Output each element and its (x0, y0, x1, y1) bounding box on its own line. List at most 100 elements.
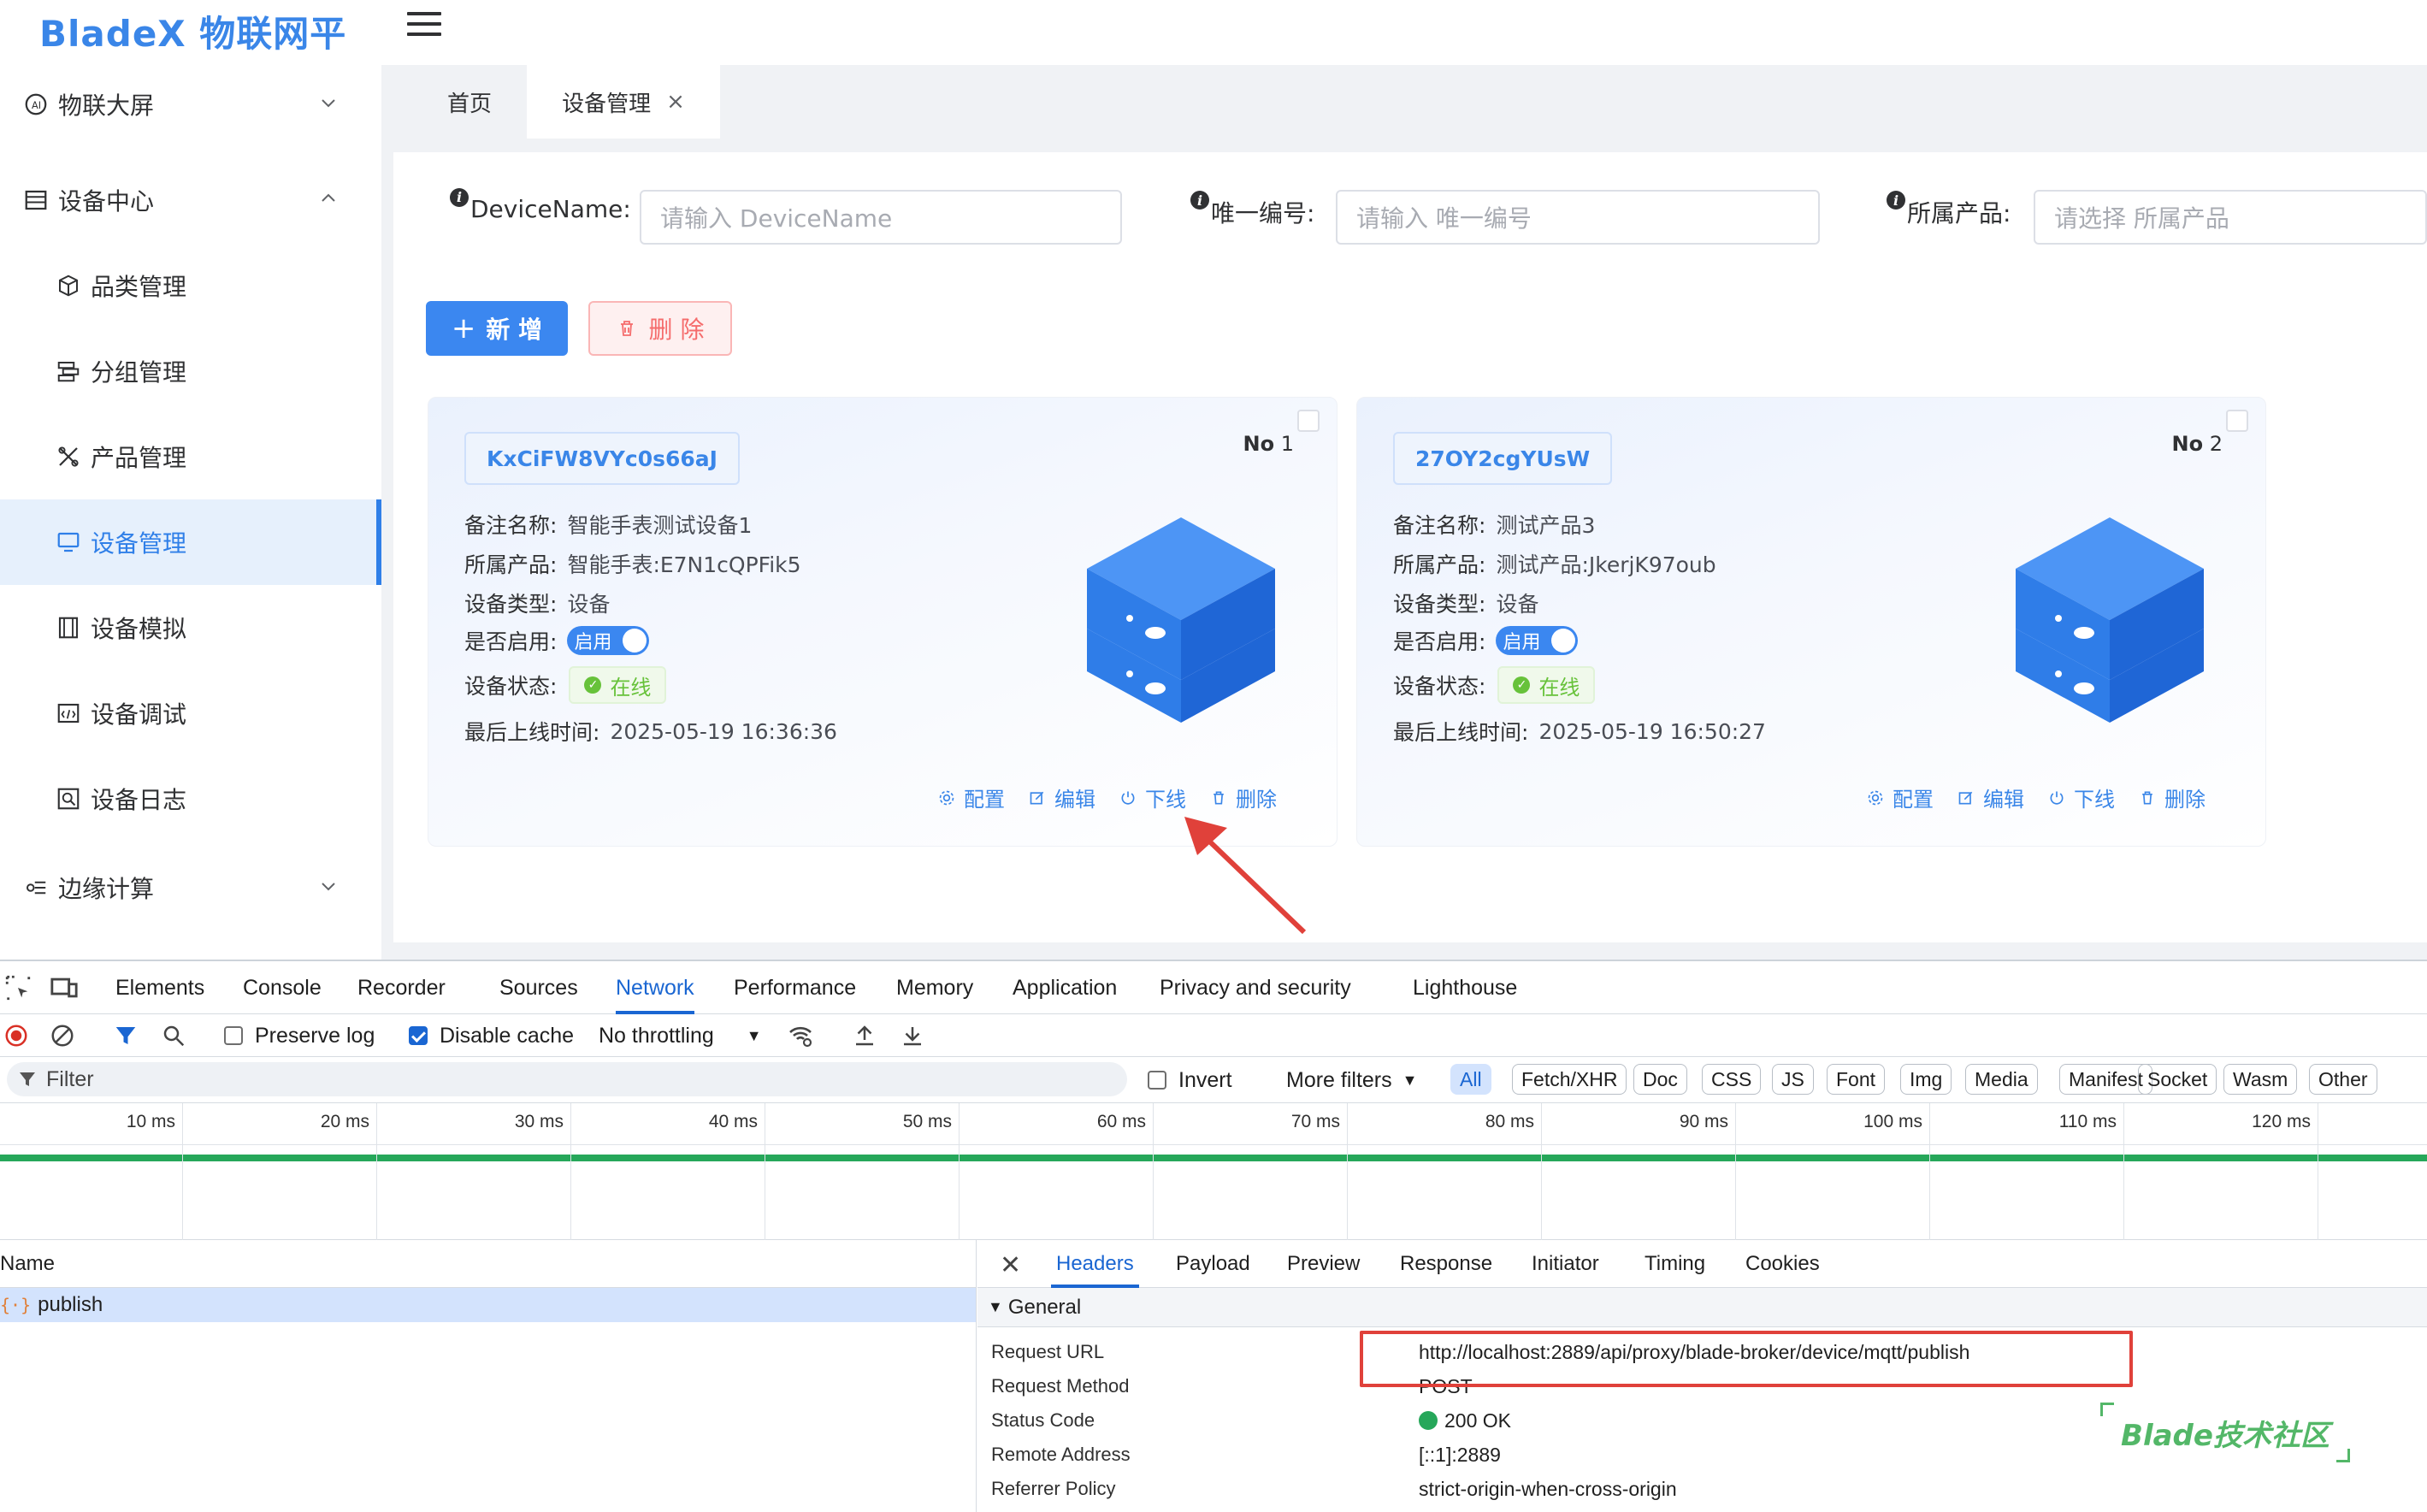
clear-icon (51, 1025, 74, 1047)
status-ok-dot (1419, 1411, 1438, 1430)
enabled-switch[interactable]: 启用 (1496, 626, 1579, 655)
enabled-switch[interactable]: 启用 (567, 626, 650, 655)
devtools-tab-performance[interactable]: Performance (734, 961, 856, 1014)
delete-card-button[interactable]: 删除 (1210, 783, 1277, 812)
sidebar-item-category[interactable]: 品类管理 (0, 243, 381, 328)
filter-input[interactable]: Filter (7, 1062, 1127, 1096)
product-select[interactable]: 请选择 所属产品 (2034, 190, 2427, 245)
config-button[interactable]: 配置 (938, 783, 1005, 812)
timeline-gridline (1929, 1103, 1930, 1240)
device-toolbar-icon[interactable] (50, 973, 79, 1002)
throttling-select[interactable]: No throttling ▼ (599, 1019, 762, 1052)
request-list-header[interactable]: Name (0, 1240, 976, 1288)
sidebar-item-dashboard[interactable]: AI 物联大屏 (0, 62, 381, 147)
sidebar-item-group[interactable]: 分组管理 (0, 328, 381, 414)
close-icon[interactable]: × (666, 89, 685, 115)
inspect-element-icon[interactable] (3, 973, 32, 1002)
device-code-tag[interactable]: KxCiFW8VYc0s66aJ (464, 432, 740, 485)
timeline-gridline (1735, 1103, 1736, 1240)
delete-button[interactable]: 删 除 (588, 301, 732, 356)
info-icon[interactable]: i (450, 187, 469, 207)
network-conditions-button[interactable] (787, 1019, 814, 1052)
info-icon[interactable]: i (1190, 191, 1209, 210)
detail-tab-timing[interactable]: Timing (1645, 1240, 1705, 1288)
search-icon (163, 1025, 185, 1047)
export-har-button[interactable] (900, 1019, 925, 1052)
filter-type-font[interactable]: Font (1827, 1064, 1886, 1095)
filter-type-doc[interactable]: Doc (1633, 1064, 1687, 1095)
tab-home[interactable]: 首页 (416, 65, 523, 139)
timeline-gridline (1541, 1103, 1542, 1240)
annotation-highlight-box (1360, 1331, 2133, 1387)
detail-tab-payload[interactable]: Payload (1176, 1240, 1250, 1288)
sidebar-item-device[interactable]: 设备管理 (0, 499, 381, 585)
config-button[interactable]: 配置 (1867, 783, 1934, 812)
offline-button[interactable]: 下线 (1119, 783, 1186, 812)
detail-tab-cookies[interactable]: Cookies (1745, 1240, 1820, 1288)
download-icon (904, 1027, 921, 1046)
add-button[interactable]: + 新 增 (426, 301, 568, 356)
top-header (381, 0, 2427, 65)
watermark: Blade技术社区 (2097, 1403, 2353, 1462)
import-har-button[interactable] (852, 1019, 877, 1052)
request-row[interactable]: {·} publish (0, 1288, 976, 1322)
more-filters-dropdown[interactable]: More filters ▼ (1286, 1064, 1417, 1096)
card-checkbox[interactable] (1297, 410, 1320, 432)
search-button[interactable] (161, 1019, 186, 1052)
info-icon[interactable]: i (1887, 191, 1905, 210)
offline-button[interactable]: 下线 (2048, 783, 2115, 812)
filter-type-other[interactable]: Other (2309, 1064, 2377, 1095)
invert-checkbox[interactable]: Invert (1148, 1064, 1232, 1096)
clear-button[interactable] (50, 1019, 75, 1052)
filter-type-css[interactable]: CSS (1702, 1064, 1762, 1095)
devtools-tab-recorder[interactable]: Recorder (357, 961, 446, 1014)
network-toolbar: Preserve log Disable cache No throttling… (0, 1014, 2427, 1057)
devtools-tab-network[interactable]: Network (616, 961, 694, 1014)
sidebar-item-label: 设备日志 (91, 786, 187, 814)
devtools-tab-application[interactable]: Application (1013, 961, 1117, 1014)
edit-button[interactable]: 编辑 (1029, 783, 1095, 812)
sidebar-item-edge[interactable]: 边缘计算 (0, 845, 381, 930)
delete-card-button[interactable]: 删除 (2139, 783, 2206, 812)
sidebar-item-product[interactable]: 产品管理 (0, 414, 381, 499)
device-code-tag[interactable]: 27OY2cgYUsW (1393, 432, 1613, 485)
preserve-log-checkbox[interactable]: Preserve log (224, 1019, 375, 1052)
detail-tab-response[interactable]: Response (1400, 1240, 1492, 1288)
timeline-gridline (570, 1103, 571, 1240)
filter-type-wasm[interactable]: Wasm (2223, 1064, 2298, 1095)
card-checkbox[interactable] (2226, 410, 2248, 432)
server-cube-icon (2016, 517, 2204, 723)
filter-type-socket[interactable]: Socket (2138, 1064, 2217, 1095)
devtools-tab-elements[interactable]: Elements (115, 961, 204, 1014)
dropdown-arrow-icon: ▼ (746, 1026, 762, 1044)
general-section-toggle[interactable]: ▼ General (977, 1288, 2427, 1327)
sidebar-item-debug[interactable]: 设备调试 (0, 670, 381, 756)
unique-code-input[interactable]: 请输入 唯一编号 (1336, 190, 1820, 245)
filter-type-fetch-xhr[interactable]: Fetch/XHR (1512, 1064, 1627, 1095)
devtools-tab-sources[interactable]: Sources (499, 961, 578, 1014)
filter-toggle-button[interactable] (113, 1019, 139, 1052)
edit-button[interactable]: 编辑 (1958, 783, 2024, 812)
detail-tab-headers[interactable]: Headers (1051, 1240, 1139, 1288)
close-icon[interactable]: ✕ (1000, 1250, 1021, 1280)
filter-type-img[interactable]: Img (1900, 1064, 1952, 1095)
filter-type-js[interactable]: JS (1772, 1064, 1814, 1095)
disable-cache-checkbox[interactable]: Disable cache (409, 1019, 574, 1052)
filter-type-all[interactable]: All (1450, 1064, 1491, 1095)
detail-tab-preview[interactable]: Preview (1287, 1240, 1360, 1288)
devtools-tab-lighthouse[interactable]: Lighthouse (1413, 961, 1517, 1014)
sidebar-item-simulate[interactable]: 设备模拟 (0, 585, 381, 670)
filter-type-media[interactable]: Media (1965, 1064, 2038, 1095)
tab-device-management[interactable]: 设备管理 × (527, 65, 720, 139)
devtools-tab-memory[interactable]: Memory (896, 961, 973, 1014)
device-name-input[interactable]: 请输入 DeviceName (640, 190, 1122, 245)
sidebar-item-log[interactable]: 设备日志 (0, 756, 381, 842)
devtools-tab-console[interactable]: Console (243, 961, 322, 1014)
sidebar-item-device-center[interactable]: 设备中心 (0, 157, 381, 243)
timeline-gridline (1347, 1103, 1348, 1240)
devtools-tab-privacy[interactable]: Privacy and security (1160, 961, 1351, 1014)
filter-icon (115, 1027, 136, 1044)
record-button[interactable] (3, 1019, 29, 1052)
detail-tab-initiator[interactable]: Initiator (1532, 1240, 1599, 1288)
menu-toggle-icon[interactable] (407, 12, 441, 39)
